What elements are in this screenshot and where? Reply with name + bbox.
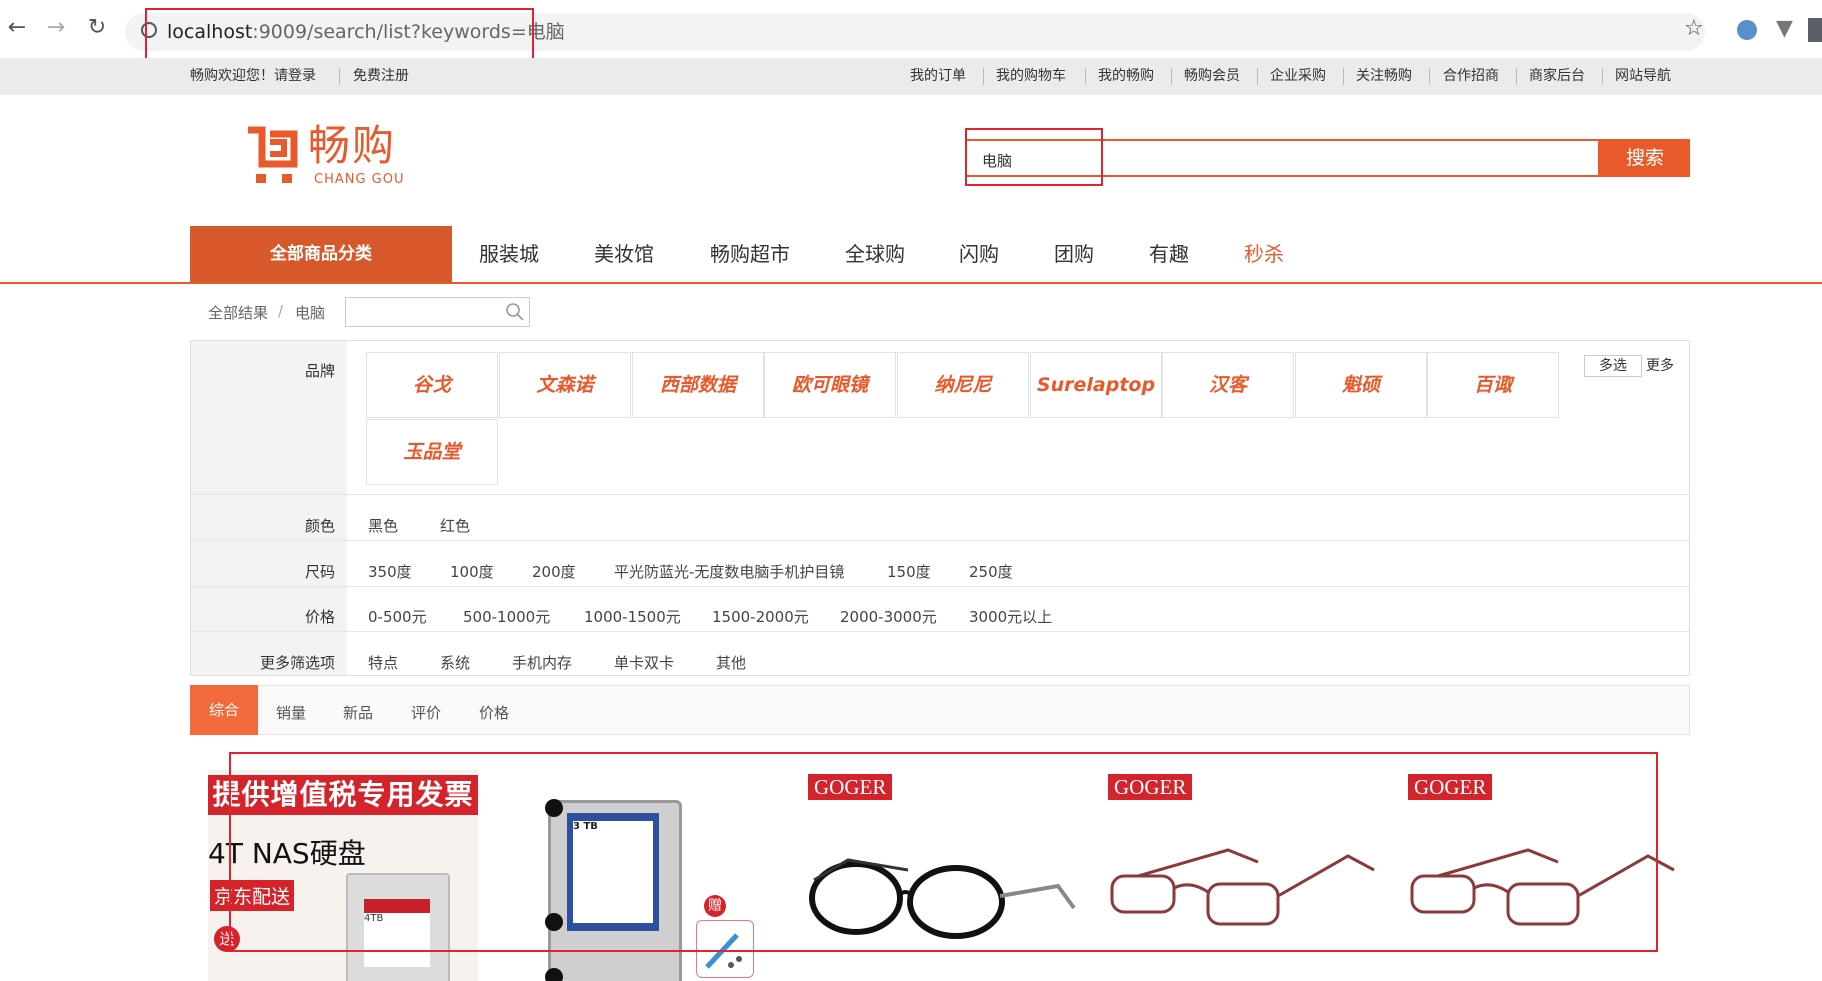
color-option[interactable]: 黑色: [368, 515, 398, 536]
more-filters-label: 更多筛选项: [259, 654, 335, 672]
size-label: 尺码: [304, 563, 335, 581]
brand-item[interactable]: 百诹: [1427, 352, 1559, 418]
row-divider: [191, 494, 1689, 495]
size-option[interactable]: 250度: [969, 561, 1013, 582]
price-option[interactable]: 1000-1500元: [584, 606, 681, 627]
top-link-merchant[interactable]: 商家后台: [1529, 66, 1585, 86]
top-link-orders[interactable]: 我的订单: [910, 66, 966, 86]
breadcrumb-separator: /: [278, 302, 284, 320]
sort-tab-reviews[interactable]: 评价: [411, 702, 441, 723]
nav-underline: [0, 282, 1822, 284]
size-option[interactable]: 350度: [368, 561, 412, 582]
search-highlight-box: [965, 128, 1103, 186]
logo-subtext: CHANG GOU: [314, 172, 405, 187]
extension-icon[interactable]: [1737, 20, 1757, 40]
vue-devtools-icon[interactable]: ▼: [1776, 16, 1793, 41]
nav-item-global[interactable]: 全球购: [845, 240, 905, 268]
multi-select-button[interactable]: 多选: [1584, 355, 1642, 377]
divider: [1343, 68, 1344, 85]
bookmark-star-icon[interactable]: ☆: [1684, 16, 1704, 41]
more-filter-option[interactable]: 特点: [368, 652, 398, 673]
size-option[interactable]: 100度: [450, 561, 494, 582]
brand-item[interactable]: Surelaptop: [1030, 352, 1162, 418]
more-filter-option[interactable]: 单卡双卡: [614, 652, 674, 673]
login-link[interactable]: 请登录: [274, 68, 316, 84]
row-divider: [191, 586, 1689, 587]
welcome-label: 畅购欢迎您！: [190, 68, 274, 84]
size-option[interactable]: 200度: [532, 561, 576, 582]
more-filter-option[interactable]: 系统: [440, 652, 470, 673]
brand-item[interactable]: 文森诺: [499, 352, 631, 418]
top-link-follow[interactable]: 关注畅购: [1356, 66, 1412, 86]
divider: [1085, 68, 1086, 85]
all-categories-button[interactable]: 全部商品分类: [190, 226, 452, 282]
welcome-text: 畅购欢迎您！请登录: [190, 66, 316, 86]
menu-icon[interactable]: [1808, 18, 1822, 42]
color-option[interactable]: 红色: [440, 515, 470, 536]
screw-dot: [545, 968, 563, 981]
breadcrumb-search-input[interactable]: [345, 297, 530, 327]
breadcrumb-current: 电脑: [295, 304, 326, 322]
register-link[interactable]: 免费注册: [353, 66, 409, 86]
brand-item[interactable]: 玉品堂: [366, 419, 498, 485]
nav-item-fun[interactable]: 有趣: [1149, 240, 1189, 268]
top-link-enterprise[interactable]: 企业采购: [1270, 66, 1326, 86]
products-highlight-box: [229, 752, 1658, 952]
search-icon[interactable]: [505, 302, 525, 326]
sort-tab-new[interactable]: 新品: [343, 702, 373, 723]
nav-item-beauty[interactable]: 美妆馆: [594, 240, 654, 268]
nav-item-group[interactable]: 团购: [1054, 240, 1094, 268]
logo-text[interactable]: 畅购: [308, 122, 396, 170]
brand-item[interactable]: 汉客: [1162, 352, 1294, 418]
size-option[interactable]: 150度: [887, 561, 931, 582]
search-button[interactable]: 搜索: [1600, 139, 1690, 177]
divider: [983, 68, 984, 85]
brand-item[interactable]: 纳尼尼: [897, 352, 1029, 418]
brand-item[interactable]: 西部数据: [632, 352, 764, 418]
top-link-sitemap[interactable]: 网站导航: [1615, 66, 1671, 86]
nav-item-flash[interactable]: 闪购: [959, 240, 999, 268]
top-link-my[interactable]: 我的畅购: [1098, 66, 1154, 86]
back-arrow-icon[interactable]: ←: [5, 16, 29, 40]
price-label: 价格: [304, 608, 335, 626]
sort-tab-default[interactable]: 综合: [190, 685, 258, 735]
forward-arrow-icon[interactable]: →: [44, 16, 68, 40]
more-filter-option[interactable]: 其他: [716, 652, 746, 673]
top-link-cart[interactable]: 我的购物车: [996, 66, 1066, 86]
price-option[interactable]: 0-500元: [368, 606, 427, 627]
divider: [1429, 68, 1430, 85]
color-label: 颜色: [304, 517, 335, 535]
more-brands-link[interactable]: 更多: [1646, 355, 1674, 375]
breadcrumb-root[interactable]: 全部结果: [208, 302, 268, 323]
nav-item-clothing[interactable]: 服装城: [479, 240, 539, 268]
brand-item[interactable]: 魁硕: [1295, 352, 1427, 418]
brand-item[interactable]: 欧可眼镜: [764, 352, 896, 418]
brand-label: 品牌: [304, 362, 335, 380]
top-link-member[interactable]: 畅购会员: [1184, 66, 1240, 86]
sort-tab-sales[interactable]: 销量: [276, 702, 306, 723]
sort-tab-price[interactable]: 价格: [479, 702, 509, 723]
brand-item[interactable]: 谷戈: [366, 352, 498, 418]
price-option[interactable]: 1500-2000元: [712, 606, 809, 627]
url-highlight-box: [145, 8, 534, 63]
reload-icon[interactable]: ↻: [85, 16, 109, 40]
row-divider: [191, 540, 1689, 541]
nav-item-seckill[interactable]: 秒杀: [1244, 240, 1284, 268]
row-divider: [191, 631, 1689, 632]
logo-cart-icon[interactable]: [244, 124, 300, 190]
divider: [1516, 68, 1517, 85]
nav-item-supermarket[interactable]: 畅购超市: [710, 240, 790, 268]
size-option[interactable]: 平光防蓝光-无度数电脑手机护目镜: [614, 561, 844, 582]
top-link-partner[interactable]: 合作招商: [1443, 66, 1499, 86]
price-option[interactable]: 500-1000元: [463, 606, 550, 627]
price-option[interactable]: 2000-3000元: [840, 606, 937, 627]
more-filter-option[interactable]: 手机内存: [512, 652, 572, 673]
divider: [1257, 68, 1258, 85]
divider: [1171, 68, 1172, 85]
divider: [339, 68, 340, 85]
divider: [1602, 68, 1603, 85]
price-option[interactable]: 3000元以上: [969, 606, 1052, 627]
